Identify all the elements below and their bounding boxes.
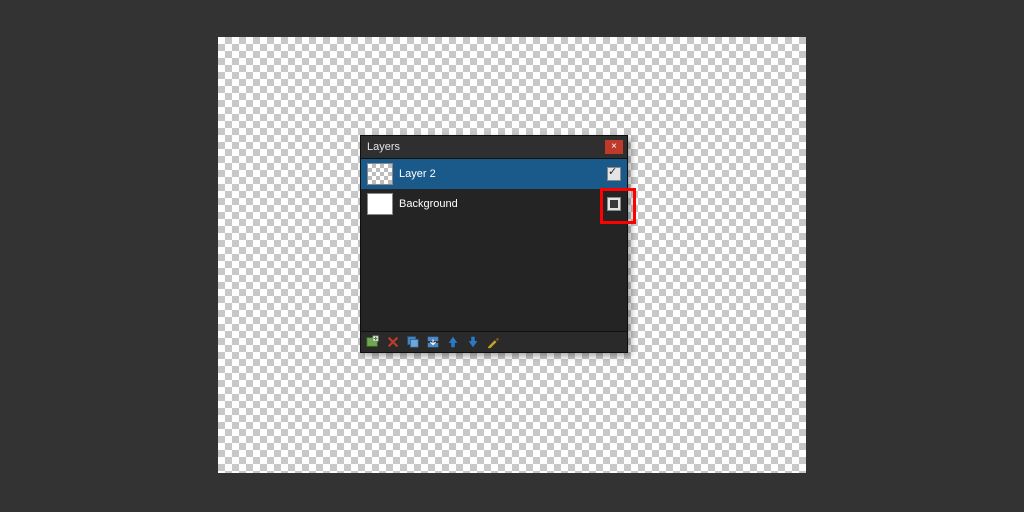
layers-toolbar <box>361 331 627 352</box>
visibility-checkbox[interactable] <box>607 197 621 211</box>
layers-panel-titlebar[interactable]: Layers × <box>361 136 627 159</box>
layer-row[interactable]: Background <box>361 189 627 219</box>
move-down-icon[interactable] <box>465 334 481 350</box>
move-up-icon[interactable] <box>445 334 461 350</box>
close-icon[interactable]: × <box>605 140 623 154</box>
delete-layer-icon[interactable] <box>385 334 401 350</box>
add-layer-icon[interactable] <box>365 334 381 350</box>
layer-name-label: Background <box>399 198 601 210</box>
layers-panel-title: Layers <box>365 141 605 153</box>
layer-name-label: Layer 2 <box>399 168 601 180</box>
duplicate-layer-icon[interactable] <box>405 334 421 350</box>
layer-thumbnail <box>367 193 393 215</box>
properties-icon[interactable] <box>485 334 501 350</box>
layer-row[interactable]: Layer 2 <box>361 159 627 189</box>
layers-panel: Layers × Layer 2 Background <box>360 135 628 353</box>
layer-list: Layer 2 Background <box>361 159 627 331</box>
layer-thumbnail <box>367 163 393 185</box>
visibility-checkbox[interactable] <box>607 167 621 181</box>
merge-down-icon[interactable] <box>425 334 441 350</box>
